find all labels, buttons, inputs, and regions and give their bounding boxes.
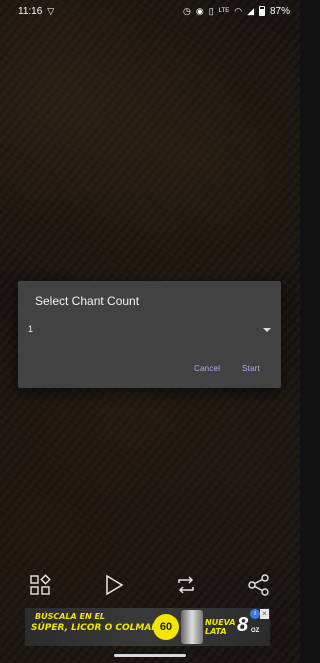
bottom-toolbar xyxy=(0,568,300,602)
ad-banner[interactable]: BÚSCALA EN EL SÚPER, LICOR O COLMADO. 60… xyxy=(25,608,270,646)
network-type-icon: LTE xyxy=(218,8,230,14)
status-bar: 11:16 ▽ ◷ ◉ ▯ LTE ◠ ◢ 87% xyxy=(0,0,300,22)
cancel-button[interactable]: Cancel xyxy=(194,364,220,373)
alarm-icon: ◷ xyxy=(182,5,191,16)
signal-icon: ◢ xyxy=(247,5,254,16)
chant-count-select[interactable]: 1 xyxy=(28,321,271,337)
wifi-icon: ◠ xyxy=(234,5,243,16)
ad-new-can-text: NUEVA LATA xyxy=(205,618,236,636)
status-time: 11:16 xyxy=(18,5,43,17)
battery-icon xyxy=(258,6,265,16)
chant-count-dialog: Select Chant Count 1 Cancel Start xyxy=(18,281,281,388)
dialog-title: Select Chant Count xyxy=(35,294,140,308)
beer-can-image xyxy=(181,610,203,644)
eye-icon: ◉ xyxy=(195,5,204,16)
ad-new-line1: NUEVA xyxy=(205,618,236,627)
grid-shapes-icon[interactable] xyxy=(28,572,54,598)
ad-info-icon[interactable]: i xyxy=(250,609,260,619)
repeat-icon[interactable] xyxy=(173,572,199,598)
dropdown-arrow-icon[interactable] xyxy=(263,328,271,332)
select-value: 1 xyxy=(28,324,34,334)
battery-percent: 87% xyxy=(269,5,290,17)
ad-new-line2: LATA xyxy=(205,627,227,636)
ad-size-unit: OZ xyxy=(251,628,260,634)
ad-text-line2: SÚPER, LICOR O COLMADO. xyxy=(31,623,170,633)
start-button[interactable]: Start xyxy=(242,364,260,373)
play-icon[interactable] xyxy=(101,572,127,598)
wifi-signal-icon: ▽ xyxy=(47,5,55,16)
home-gesture-handle[interactable] xyxy=(114,654,186,657)
vibrate-icon: ▯ xyxy=(208,5,214,16)
ad-close-icon[interactable]: × xyxy=(260,609,269,619)
ad-badge: 60 xyxy=(153,614,179,640)
share-icon[interactable] xyxy=(246,572,272,598)
ad-size-number: 8 xyxy=(237,614,249,636)
ad-text-line1: BÚSCALA EN EL xyxy=(35,612,105,621)
